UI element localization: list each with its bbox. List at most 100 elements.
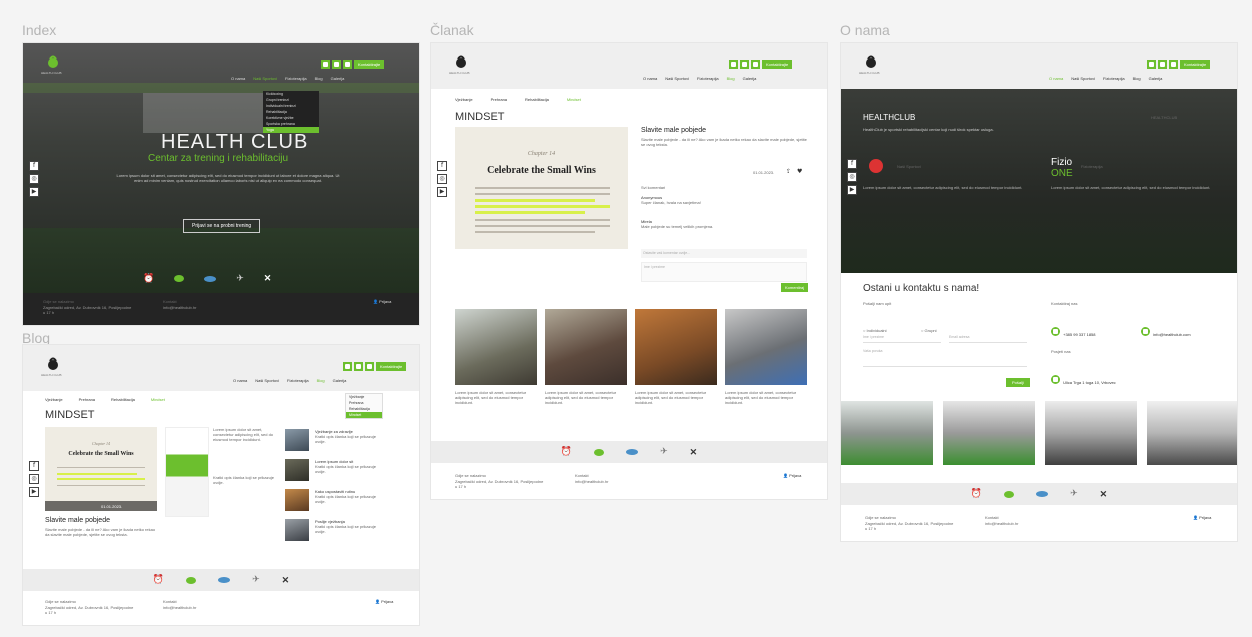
facility-photo-4[interactable] [1147, 401, 1237, 465]
tab-rehabilitacija[interactable]: Rehabilitacija [111, 397, 135, 402]
nav-item-blog[interactable]: Blog [315, 76, 323, 81]
dropdown-item-active[interactable]: Mindset [346, 412, 382, 418]
nav-item-sportovi[interactable]: Naši Sportovi [253, 76, 277, 81]
email-row[interactable]: info@healthclub.com [1141, 327, 1191, 337]
nav-item-fizio[interactable]: Fizioterapija [697, 76, 719, 81]
side-thumb-1[interactable] [285, 429, 309, 451]
email-field[interactable]: Email adresa [949, 335, 1027, 343]
nav-item-galerija[interactable]: Galerija [743, 76, 757, 81]
hero-cta-button[interactable]: Prijavi se na probni trening [183, 219, 261, 233]
phone-icon[interactable] [1169, 60, 1178, 69]
location-icon[interactable] [321, 60, 330, 69]
nav-item-galerija[interactable]: Galerija [1149, 76, 1163, 81]
nav-item-onama[interactable]: O nama [1049, 76, 1063, 81]
nav-item-blog[interactable]: Blog [317, 378, 325, 383]
nav-item-onama[interactable]: O nama [233, 378, 247, 383]
blog-frame: HEALTH CLUB Kontaktirajte O nama Naši Sp… [22, 344, 420, 626]
nav-item-galerija[interactable]: Galerija [331, 76, 345, 81]
facility-photo-3[interactable] [1045, 401, 1137, 465]
location-icon[interactable] [343, 362, 352, 371]
side-thumb-4[interactable] [285, 519, 309, 541]
facility-photo-2[interactable] [943, 401, 1035, 465]
sportovi-label[interactable]: Naši Sportovi [897, 164, 921, 169]
side-thumb-2[interactable] [285, 459, 309, 481]
send-button[interactable]: Pošalji [1006, 378, 1030, 387]
phone-icon[interactable] [751, 60, 760, 69]
gallery-photo-2[interactable] [545, 309, 627, 385]
nav-item-galerija[interactable]: Galerija [333, 378, 347, 383]
facebook-icon[interactable]: f [847, 159, 857, 169]
youtube-icon[interactable]: ▶ [29, 487, 39, 497]
instagram-icon[interactable]: ◎ [437, 174, 447, 184]
footer-login[interactable]: 👤 Prijava [783, 473, 801, 478]
contact-button[interactable]: Kontaktirajte [354, 60, 385, 69]
tab-vjezbanje[interactable]: Vježbanje [45, 397, 63, 402]
nav-item-blog[interactable]: Blog [1133, 76, 1141, 81]
submit-comment-button[interactable]: Komentiraj [781, 283, 809, 292]
phone-icon[interactable] [343, 60, 352, 69]
youtube-icon[interactable]: ▶ [29, 187, 39, 197]
facility-photo-1[interactable] [841, 401, 933, 465]
nav-item-onama[interactable]: O nama [231, 76, 245, 81]
phone-icon[interactable] [365, 362, 374, 371]
gallery-photo-4[interactable] [725, 309, 807, 385]
footer-login[interactable]: 👤 Prijava [1193, 515, 1211, 520]
instagram-icon[interactable]: ◎ [847, 172, 857, 182]
facebook-icon[interactable]: f [29, 161, 39, 171]
logo-text: HEALTH CLUB [41, 71, 62, 75]
comment-input[interactable]: Ostavite vaš komentar ovdje... [641, 249, 807, 258]
kettlebell-logo-icon[interactable] [45, 53, 61, 69]
mail-icon[interactable] [354, 362, 363, 371]
featured-card-image[interactable] [165, 427, 209, 517]
location-icon[interactable] [1147, 60, 1156, 69]
contact-button[interactable]: Kontaktirajte [1180, 60, 1211, 69]
form-radio-1[interactable]: ○ Individualni [863, 328, 887, 333]
nav-item-blog[interactable]: Blog [727, 76, 735, 81]
nav-item-fizio[interactable]: Fizioterapija [1103, 76, 1125, 81]
youtube-icon[interactable]: ▶ [437, 187, 447, 197]
tab-mindset[interactable]: Mindset [151, 397, 165, 402]
instagram-icon[interactable]: ◎ [29, 474, 39, 484]
like-icon[interactable]: ♥ [797, 168, 802, 175]
gallery-photo-3[interactable] [635, 309, 717, 385]
facebook-icon[interactable]: f [437, 161, 447, 171]
location-icon[interactable] [729, 60, 738, 69]
tab-vjezbanje[interactable]: Vježbanje [455, 97, 473, 102]
tab-prehrana[interactable]: Prehrana [79, 397, 95, 402]
gallery-photo-1[interactable] [455, 309, 537, 385]
contact-button[interactable]: Kontaktirajte [762, 60, 793, 69]
facebook-icon[interactable]: f [29, 461, 39, 471]
footer-login[interactable]: 👤 Prijava [373, 299, 391, 304]
kettlebell-logo-icon[interactable] [453, 53, 469, 69]
instagram-icon[interactable]: ◎ [29, 174, 39, 184]
nav-item-fizio[interactable]: Fizioterapija [287, 378, 309, 383]
book-image[interactable]: Chapter 14 Celebrate the Small Wins 01.0… [45, 427, 157, 511]
nav-item-onama[interactable]: O nama [643, 76, 657, 81]
kettlebell-logo-icon[interactable] [45, 355, 61, 371]
tab-prehrana[interactable]: Prehrana [491, 97, 507, 102]
mail-icon[interactable] [332, 60, 341, 69]
nav-item-sportovi[interactable]: Naši Sportovi [1071, 76, 1095, 81]
share-icon[interactable]: ⇪ [786, 168, 791, 175]
nav-item-sportovi[interactable]: Naši Sportovi [665, 76, 689, 81]
name-input[interactable]: Ime i prezime [641, 262, 807, 282]
nav-item-sportovi[interactable]: Naši Sportovi [255, 378, 279, 383]
tab-mindset[interactable]: Mindset [567, 97, 581, 102]
contact-button[interactable]: Kontaktirajte [376, 362, 407, 371]
fizio-label[interactable]: Fizioterapija [1081, 164, 1103, 169]
footer-login[interactable]: 👤 Prijava [375, 599, 393, 604]
partner-logo-green-icon [174, 275, 185, 282]
side-thumb-3[interactable] [285, 489, 309, 511]
logo-text: HEALTH CLUB [449, 71, 470, 75]
youtube-icon[interactable]: ▶ [847, 185, 857, 195]
name-field[interactable]: Ime i prezime [863, 335, 941, 343]
kettlebell-logo-icon[interactable] [863, 53, 879, 69]
nav-item-fizio[interactable]: Fizioterapija [285, 76, 307, 81]
message-field[interactable]: Vaša poruka [863, 349, 1027, 367]
address-row[interactable]: Ulica Trga 1 toga 10, Vrbovec [1051, 375, 1116, 385]
mail-icon[interactable] [1158, 60, 1167, 69]
phone-row[interactable]: +385 99 337 1858 [1051, 327, 1096, 337]
tab-rehabilitacija[interactable]: Rehabilitacija [525, 97, 549, 102]
mail-icon[interactable] [740, 60, 749, 69]
form-radio-2[interactable]: ○ Grupni [921, 328, 937, 333]
